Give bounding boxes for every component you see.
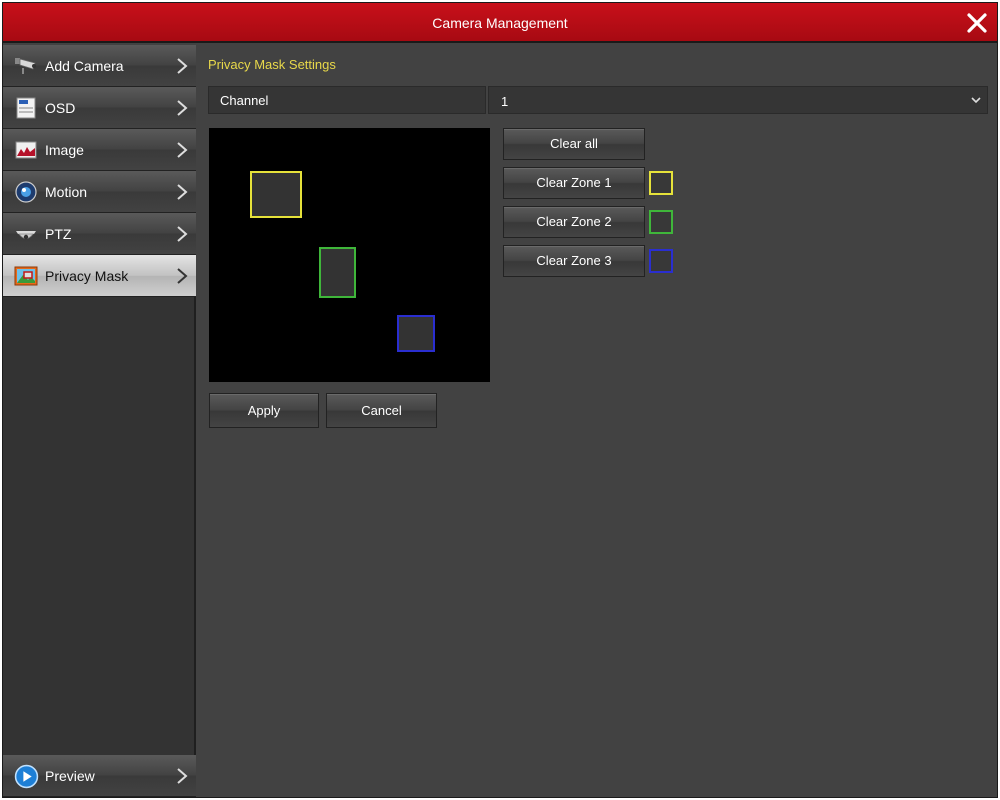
sidebar-item-label: Add Camera [45,58,124,74]
chevron-right-icon [177,268,188,284]
sidebar-item-label: Privacy Mask [45,268,129,284]
sidebar-item-label: Preview [45,768,95,784]
chevron-right-icon [177,142,188,158]
sidebar-item-image[interactable]: Image [3,129,196,171]
channel-select[interactable]: 1 [488,86,988,114]
sidebar-item-osd[interactable]: OSD [3,87,196,129]
play-icon [14,764,39,789]
sidebar-item-label: OSD [45,100,76,116]
close-icon [967,13,987,33]
camera-management-window: Camera Management Add Camera OSD Image M… [2,2,998,798]
chevron-down-icon [971,97,981,104]
privacy-zone-1[interactable] [250,171,302,218]
sidebar-item-preview[interactable]: Preview [3,755,196,797]
zone-1-color-swatch [649,171,673,195]
sidebar: Add Camera OSD Image Motion PTZ Privacy … [3,45,196,797]
cancel-button[interactable]: Cancel [326,393,437,428]
ptz-icon [16,231,36,240]
sidebar-item-motion[interactable]: Motion [3,171,196,213]
channel-row: Channel 1 [208,86,988,114]
privacy-mask-icon [14,266,38,286]
privacy-mask-panel: Privacy Mask Settings Channel 1 Clear al… [198,45,997,797]
sidebar-item-label: Image [45,142,84,158]
chevron-right-icon [177,100,188,116]
privacy-zone-3[interactable] [397,315,435,352]
osd-icon [16,97,36,119]
zone-3-color-swatch [649,249,673,273]
chevron-right-icon [177,226,188,242]
window-title: Camera Management [432,15,568,31]
close-button[interactable] [963,9,991,37]
channel-value: 1 [501,94,509,109]
chevron-right-icon [177,768,188,784]
sidebar-item-label: Motion [45,184,88,200]
camera-preview-canvas[interactable] [209,128,490,382]
title-bar: Camera Management [3,3,997,43]
clear-zone-1-button[interactable]: Clear Zone 1 [503,167,645,199]
zone-2-color-swatch [649,210,673,234]
clear-zone-3-button[interactable]: Clear Zone 3 [503,245,645,277]
apply-button[interactable]: Apply [209,393,319,428]
clear-zone-2-button[interactable]: Clear Zone 2 [503,206,645,238]
sidebar-item-add-camera[interactable]: Add Camera [3,45,196,87]
sidebar-item-ptz[interactable]: PTZ [3,213,196,255]
sidebar-item-label: PTZ [45,226,72,242]
motion-icon [15,181,37,203]
chevron-right-icon [177,58,188,74]
image-icon [15,141,37,159]
clear-all-button[interactable]: Clear all [503,128,645,160]
chevron-right-icon [177,184,188,200]
camera-icon [15,58,36,74]
sidebar-item-privacy-mask[interactable]: Privacy Mask [3,255,196,297]
channel-label: Channel [208,86,486,114]
privacy-zone-2[interactable] [319,247,356,298]
section-title: Privacy Mask Settings [208,57,336,72]
